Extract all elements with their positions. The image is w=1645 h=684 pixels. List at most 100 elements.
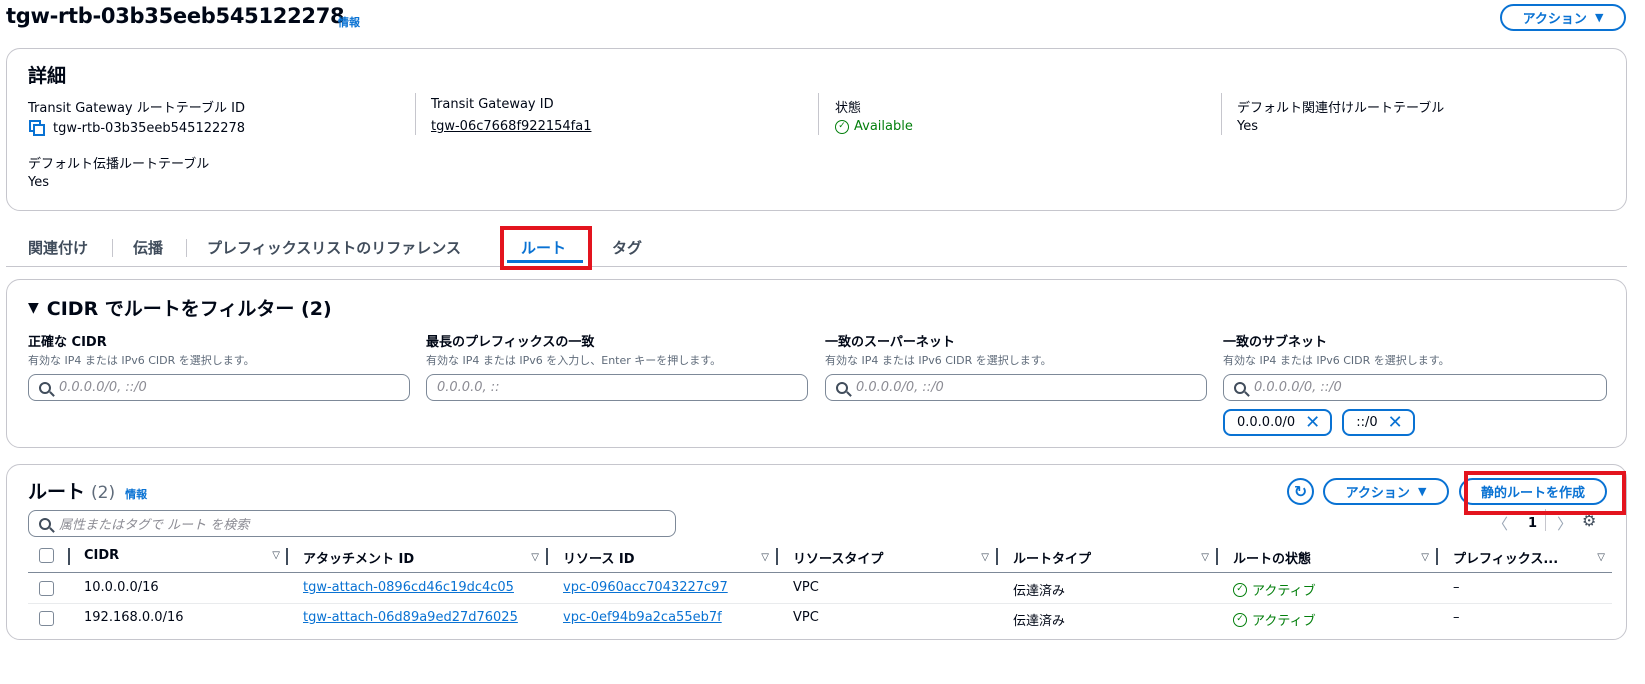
column-header-route-type[interactable]: ルートタイプ ▽ bbox=[1013, 548, 1209, 567]
resource-type-cell: VPC bbox=[793, 580, 819, 595]
column-header-prefix[interactable]: プレフィックス... ▽ bbox=[1453, 548, 1605, 567]
subnet-input[interactable]: 0.0.0.0/0, ::/0 bbox=[1223, 374, 1607, 401]
filter-title: CIDR でルートをフィルター (2) bbox=[46, 298, 332, 320]
route-state-cell: ✓ アクティブ bbox=[1233, 580, 1316, 599]
route-state-cell: ✓ アクティブ bbox=[1233, 610, 1316, 629]
filter-panel: ▼ CIDR でルートをフィルター (2) 正確な CIDR 有効な IP4 ま… bbox=[6, 279, 1627, 448]
row-checkbox[interactable] bbox=[39, 611, 54, 626]
cidr-cell: 192.168.0.0/16 bbox=[84, 610, 184, 625]
default-prop-value: Yes bbox=[28, 175, 49, 190]
close-icon[interactable]: ✕ bbox=[1388, 413, 1403, 432]
column-label: ルートの状態 bbox=[1233, 552, 1312, 567]
info-link[interactable]: 情報 bbox=[338, 14, 360, 30]
routes-search-input[interactable]: 属性またはタグで ルート を検索 bbox=[28, 510, 676, 537]
input-placeholder: 0.0.0.0, :: bbox=[437, 380, 500, 395]
tab-prefix-list-references[interactable]: プレフィックスリストのリファレンス bbox=[207, 237, 461, 258]
tgw-id-label: Transit Gateway ID bbox=[431, 97, 554, 112]
details-panel: 詳細 Transit Gateway ルートテーブル ID tgw-rtb-03… bbox=[6, 48, 1627, 211]
check-circle-icon: ✓ bbox=[1233, 582, 1247, 597]
column-header-attachment-id[interactable]: アタッチメント ID ▽ bbox=[303, 548, 539, 567]
tab-propagations[interactable]: 伝播 bbox=[133, 237, 163, 258]
column-label: アタッチメント ID bbox=[303, 552, 415, 567]
resource-id-link[interactable]: vpc-0960acc7043227c97 bbox=[563, 580, 728, 595]
sort-icon[interactable]: ▽ bbox=[272, 550, 280, 561]
column-header-resource-id[interactable]: リソース ID ▽ bbox=[563, 548, 769, 567]
sort-icon[interactable]: ▽ bbox=[761, 552, 769, 563]
route-type-cell: 伝達済み bbox=[1013, 584, 1066, 599]
refresh-icon: ↻ bbox=[1293, 482, 1308, 501]
input-placeholder: 0.0.0.0/0, ::/0 bbox=[856, 380, 944, 395]
prefix-cell: – bbox=[1453, 580, 1460, 595]
details-title: 詳細 bbox=[28, 65, 67, 87]
column-header-route-state[interactable]: ルートの状態 ▽ bbox=[1233, 548, 1429, 567]
sort-icon[interactable]: ▽ bbox=[981, 552, 989, 563]
filter-field-longest-prefix: 最長のプレフィックスの一致 有効な IP4 または IPv6 を入力し、Ente… bbox=[426, 331, 808, 401]
action-button-label: アクション bbox=[1345, 486, 1410, 501]
copy-icon[interactable] bbox=[28, 119, 46, 137]
supernet-input[interactable]: 0.0.0.0/0, ::/0 bbox=[825, 374, 1207, 401]
filter-header[interactable]: ▼ CIDR でルートをフィルター (2) bbox=[28, 294, 332, 321]
filter-field-exact: 正確な CIDR 有効な IP4 または IPv6 CIDR を選択します。 0… bbox=[28, 331, 410, 401]
row-checkbox[interactable] bbox=[39, 581, 54, 596]
filter-field-supernet: 一致のスーパーネット 有効な IP4 または IPv6 CIDR を選択します。… bbox=[825, 331, 1207, 401]
sort-icon[interactable]: ▽ bbox=[1421, 552, 1429, 563]
route-state-value: アクティブ bbox=[1252, 584, 1316, 599]
page-number[interactable]: 1 bbox=[1528, 516, 1537, 531]
action-button[interactable]: アクション ▼ bbox=[1500, 4, 1626, 31]
column-label: リソースタイプ bbox=[793, 552, 884, 567]
routes-header: ルート (2) 情報 bbox=[28, 477, 147, 504]
close-icon[interactable]: ✕ bbox=[1305, 413, 1320, 432]
prefix-cell: – bbox=[1453, 610, 1460, 625]
page-title: tgw-rtb-03b35eeb545122278 bbox=[6, 4, 345, 28]
field-label: 一致のスーパーネット bbox=[825, 335, 955, 350]
tabs-baseline bbox=[6, 266, 1627, 267]
action-button-label: アクション bbox=[1522, 12, 1587, 27]
column-header-cidr[interactable]: CIDR ▽ bbox=[84, 548, 280, 563]
tab-divider bbox=[112, 239, 113, 257]
exact-cidr-input[interactable]: 0.0.0.0/0, ::/0 bbox=[28, 374, 410, 401]
tgw-id-link[interactable]: tgw-06c7668f922154fa1 bbox=[431, 119, 591, 134]
column-divider bbox=[1436, 548, 1438, 565]
column-divider bbox=[1216, 548, 1218, 565]
divider bbox=[1221, 93, 1222, 135]
refresh-button[interactable]: ↻ bbox=[1287, 478, 1314, 505]
divider bbox=[415, 93, 416, 135]
table-row[interactable]: 10.0.0.0/16 tgw-attach-0896cd46c19dc4c05… bbox=[28, 573, 1612, 603]
sort-icon[interactable]: ▽ bbox=[1597, 552, 1605, 563]
filter-token: 0.0.0.0/0 ✕ bbox=[1223, 409, 1333, 436]
column-label: CIDR bbox=[84, 548, 120, 563]
input-placeholder: 属性またはタグで ルート を検索 bbox=[59, 518, 250, 533]
routes-action-button[interactable]: アクション ▼ bbox=[1323, 478, 1449, 505]
attachment-id-link[interactable]: tgw-attach-0896cd46c19dc4c05 bbox=[303, 580, 514, 595]
info-link[interactable]: 情報 bbox=[125, 486, 147, 502]
chevron-left-icon[interactable]: 〈 bbox=[1493, 513, 1508, 534]
default-assoc-label: デフォルト関連付けルートテーブル bbox=[1237, 101, 1445, 116]
attachment-id-link[interactable]: tgw-attach-06d89a9ed27d76025 bbox=[303, 610, 518, 625]
field-label: 正確な CIDR bbox=[28, 335, 107, 350]
check-circle-icon: ✓ bbox=[835, 119, 849, 134]
column-header-resource-type[interactable]: リソースタイプ ▽ bbox=[793, 548, 989, 567]
check-circle-icon: ✓ bbox=[1233, 612, 1247, 627]
column-divider bbox=[776, 548, 778, 565]
default-prop-label: デフォルト伝播ルートテーブル bbox=[28, 157, 210, 172]
filter-field-subnet: 一致のサブネット 有効な IP4 または IPv6 CIDR を選択します。 0… bbox=[1223, 331, 1607, 436]
table-row[interactable]: 192.168.0.0/16 tgw-attach-06d89a9ed27d76… bbox=[28, 604, 1612, 634]
highlight-box bbox=[1464, 471, 1626, 515]
token-label: ::/0 bbox=[1356, 415, 1378, 430]
caret-down-icon: ▼ bbox=[1594, 11, 1604, 24]
search-icon bbox=[1234, 381, 1246, 394]
chevron-right-icon[interactable]: 〉 bbox=[1557, 513, 1572, 534]
select-all-checkbox[interactable] bbox=[39, 548, 54, 563]
sort-icon[interactable]: ▽ bbox=[1201, 552, 1209, 563]
default-assoc-value: Yes bbox=[1237, 119, 1258, 134]
route-state-value: アクティブ bbox=[1252, 614, 1316, 629]
tab-associations[interactable]: 関連付け bbox=[28, 237, 88, 258]
column-label: ルートタイプ bbox=[1013, 552, 1092, 567]
sort-icon[interactable]: ▽ bbox=[531, 552, 539, 563]
rtb-id-label: Transit Gateway ルートテーブル ID bbox=[28, 101, 245, 116]
resource-id-link[interactable]: vpc-0ef94b9a2ca55eb7f bbox=[563, 610, 722, 625]
longest-prefix-input[interactable]: 0.0.0.0, :: bbox=[426, 374, 808, 401]
tab-tags[interactable]: タグ bbox=[612, 237, 642, 258]
search-icon bbox=[836, 381, 848, 394]
rtb-id-value-row: tgw-rtb-03b35eeb545122278 bbox=[28, 119, 245, 137]
